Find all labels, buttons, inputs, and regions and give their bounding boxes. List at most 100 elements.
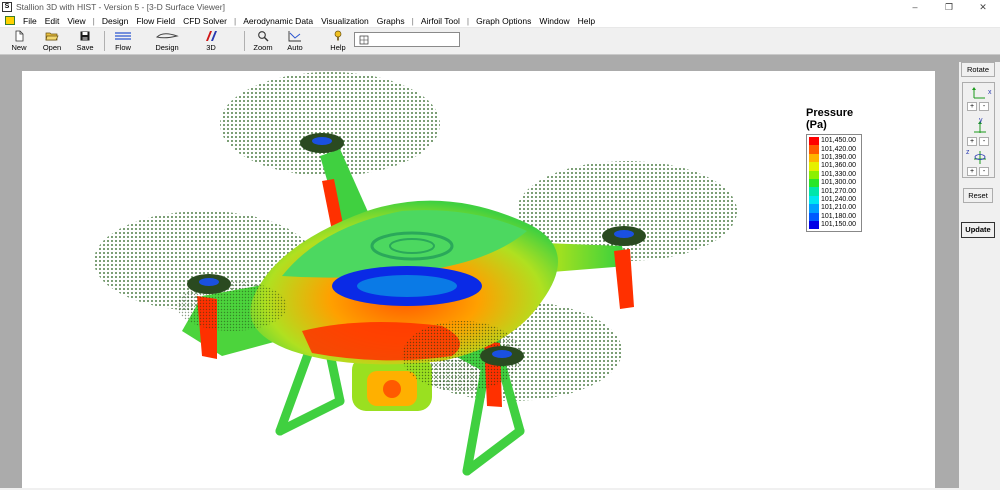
grid-icon	[359, 35, 369, 45]
reset-button[interactable]: Reset	[963, 188, 993, 203]
flow-button[interactable]: Flow	[110, 30, 136, 54]
menu-file[interactable]: File	[19, 16, 41, 26]
new-file-icon	[15, 30, 24, 42]
menu-flow-field[interactable]: Flow Field	[132, 16, 179, 26]
menu-aerodynamic-data[interactable]: Aerodynamic Data	[239, 16, 317, 26]
y-minus-button[interactable]: -	[979, 137, 989, 146]
rotate-button[interactable]: Rotate	[961, 62, 995, 77]
legend-swatch	[809, 137, 819, 146]
menu-view[interactable]: View	[63, 16, 89, 26]
floppy-disk-icon	[80, 31, 90, 41]
zoom-button[interactable]: Zoom	[252, 30, 274, 54]
help-label: Help	[330, 43, 346, 52]
save-label: Save	[76, 43, 94, 52]
z-minus-button[interactable]: -	[979, 167, 989, 176]
y-plus-button[interactable]: +	[967, 137, 977, 146]
legend-swatch	[809, 187, 819, 196]
menu-separator: |	[466, 15, 470, 26]
menu-cfd-solver[interactable]: CFD Solver	[179, 16, 231, 26]
3d-button[interactable]: 3D	[200, 30, 222, 54]
legend-entry: 101,240.00	[809, 195, 859, 205]
axis-controls: x + - y + - z + -	[962, 82, 995, 178]
surface-viewer-canvas[interactable]: Pressure (Pa) 101,450.00 101,420.00 101,39…	[22, 71, 935, 488]
legend-value: 101,390.00	[821, 153, 857, 161]
menu-visualization[interactable]: Visualization	[317, 16, 373, 26]
auto-label: Auto	[287, 43, 303, 52]
3d-view-icon	[206, 31, 217, 41]
legend-value: 101,420.00	[821, 145, 857, 153]
legend-entry: 101,300.00	[809, 178, 859, 188]
legend-entry: 101,270.00	[809, 187, 859, 196]
legend-entry: 101,390.00	[809, 153, 859, 163]
z-axis-label: z	[966, 149, 970, 156]
legend-value: 101,240.00	[821, 195, 857, 203]
legend-value: 101,150.00	[821, 221, 857, 229]
legend-entry: 101,330.00	[809, 170, 859, 179]
legend-swatch	[809, 178, 819, 188]
legend-swatch	[809, 220, 819, 230]
auto-button[interactable]: Auto	[284, 30, 306, 54]
x-minus-button[interactable]: -	[979, 102, 989, 111]
z-axis-icon	[974, 151, 986, 164]
menu-window[interactable]: Window	[535, 16, 573, 26]
minimize-button[interactable]: –	[898, 0, 932, 14]
new-button[interactable]: New	[8, 30, 30, 54]
open-button[interactable]: Open	[40, 30, 64, 54]
legend-swatch	[809, 162, 819, 171]
legend-swatch	[809, 153, 819, 163]
legend-box: 101,450.00 101,420.00 101,390.00 101,360.00…	[806, 134, 862, 233]
legend-value: 101,360.00	[821, 162, 857, 170]
legend-value: 101,450.00	[821, 137, 857, 145]
design-button[interactable]: Design	[152, 30, 182, 54]
save-button[interactable]: Save	[74, 30, 96, 54]
document-icon[interactable]	[5, 16, 15, 25]
window-title: Stallion 3D with HIST - Version 5 - [3-D…	[16, 2, 225, 12]
3d-label: 3D	[206, 43, 216, 52]
menu-help[interactable]: Help	[574, 16, 599, 26]
menu-airfoil-tool[interactable]: Airfoil Tool	[417, 16, 464, 26]
pressure-legend: Pressure (Pa) 101,450.00 101,420.00 101,39…	[806, 107, 876, 233]
menu-separator: |	[411, 15, 414, 26]
mdi-client-area: Pressure (Pa) 101,450.00 101,420.00 101,39…	[0, 55, 1000, 488]
view-selector-combo[interactable]	[354, 32, 460, 47]
x-axis-icon	[972, 87, 985, 99]
window-controls: – ❐ ✕	[898, 0, 1000, 14]
restore-button[interactable]: ❐	[932, 0, 966, 14]
toolbar-separator	[244, 31, 245, 51]
design-label: Design	[155, 43, 179, 52]
flow-lines-icon	[115, 32, 131, 40]
toolbar: New Open Save Flow Design 3D Zoom Auto H…	[0, 28, 1000, 55]
toolbar-separator	[104, 31, 105, 51]
menu-bar: File Edit View | Design Flow Field CFD Solver |…	[0, 14, 1000, 28]
legend-value: 101,180.00	[821, 212, 857, 220]
low-pressure-core	[357, 275, 457, 297]
open-label: Open	[42, 43, 62, 52]
x-plus-button[interactable]: +	[967, 102, 977, 111]
auto-scale-icon	[288, 31, 301, 42]
legend-value: 101,210.00	[821, 204, 857, 212]
y-axis-label: y	[979, 117, 983, 124]
legend-swatch	[809, 204, 819, 213]
legend-entry: 101,420.00	[809, 145, 859, 154]
legend-swatch	[809, 212, 819, 221]
help-button[interactable]: Help	[327, 30, 349, 54]
open-folder-icon	[45, 32, 59, 41]
app-icon[interactable]: S	[2, 2, 12, 12]
menu-graphs[interactable]: Graphs	[373, 16, 409, 26]
menu-design[interactable]: Design	[98, 16, 132, 26]
x-axis-label: x	[988, 89, 992, 96]
menu-separator: |	[92, 15, 95, 26]
menu-graph-options[interactable]: Graph Options	[472, 16, 535, 26]
menu-separator: |	[234, 15, 237, 26]
legend-value: 101,330.00	[821, 170, 857, 178]
z-plus-button[interactable]: +	[967, 167, 977, 176]
legend-entry: 101,450.00	[809, 137, 859, 146]
view-control-panel: Rotate x + - y + - z + - Reset Update	[959, 62, 1000, 488]
legend-swatch	[809, 170, 819, 179]
legend-value: 101,300.00	[821, 179, 857, 187]
update-button[interactable]: Update	[961, 222, 995, 238]
zoom-label: Zoom	[253, 43, 273, 52]
close-button[interactable]: ✕	[966, 0, 1000, 14]
legend-entry: 101,360.00	[809, 162, 859, 171]
menu-edit[interactable]: Edit	[41, 16, 64, 26]
